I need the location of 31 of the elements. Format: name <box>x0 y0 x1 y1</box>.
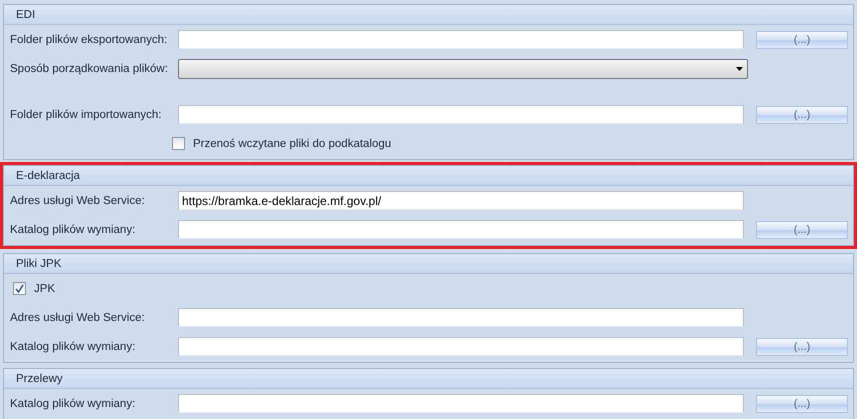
input-field[interactable] <box>178 337 744 356</box>
checkmark-icon <box>15 284 24 293</box>
input-field[interactable]: https://bramka.e-deklaracje.mf.gov.pl/ <box>178 191 744 210</box>
browse-button[interactable]: (...) <box>756 338 848 356</box>
checkbox[interactable] <box>172 137 185 150</box>
field-label: Katalog plików wymiany: <box>10 398 136 410</box>
checkbox-label: Przenoś wczytane pliki do podkatalogu <box>193 138 392 150</box>
panel-title: Pliki JPK <box>16 258 62 270</box>
browse-button[interactable]: (...) <box>756 106 848 124</box>
field-label: Katalog plików wymiany: <box>10 224 136 236</box>
field-label: Folder plików eksportowanych: <box>10 34 168 46</box>
field-label: Katalog plików wymiany: <box>10 340 136 352</box>
input-field[interactable] <box>178 30 744 49</box>
panel-title: E-deklaracja <box>16 170 80 182</box>
field-label: Adres usługi Web Service: <box>10 194 146 206</box>
input-field[interactable] <box>178 308 744 327</box>
panel-title: EDI <box>16 8 36 20</box>
browse-button[interactable]: (...) <box>756 394 848 412</box>
input-field[interactable] <box>178 394 744 413</box>
input-field[interactable] <box>178 105 744 124</box>
input-field[interactable] <box>178 220 744 239</box>
checkbox-label: JPK <box>34 282 56 294</box>
field-label: Adres usługi Web Service: <box>10 312 146 324</box>
browse-button[interactable]: (...) <box>756 30 848 48</box>
field-label: Sposób porządkowania plików: <box>10 62 169 74</box>
dropdown[interactable] <box>178 58 748 78</box>
browse-button[interactable]: (...) <box>756 220 848 238</box>
panel-title: Przelewy <box>16 372 63 384</box>
caret-icon <box>736 66 743 70</box>
field-label: Folder plików importowanych: <box>10 108 162 120</box>
checkbox[interactable] <box>13 282 26 295</box>
